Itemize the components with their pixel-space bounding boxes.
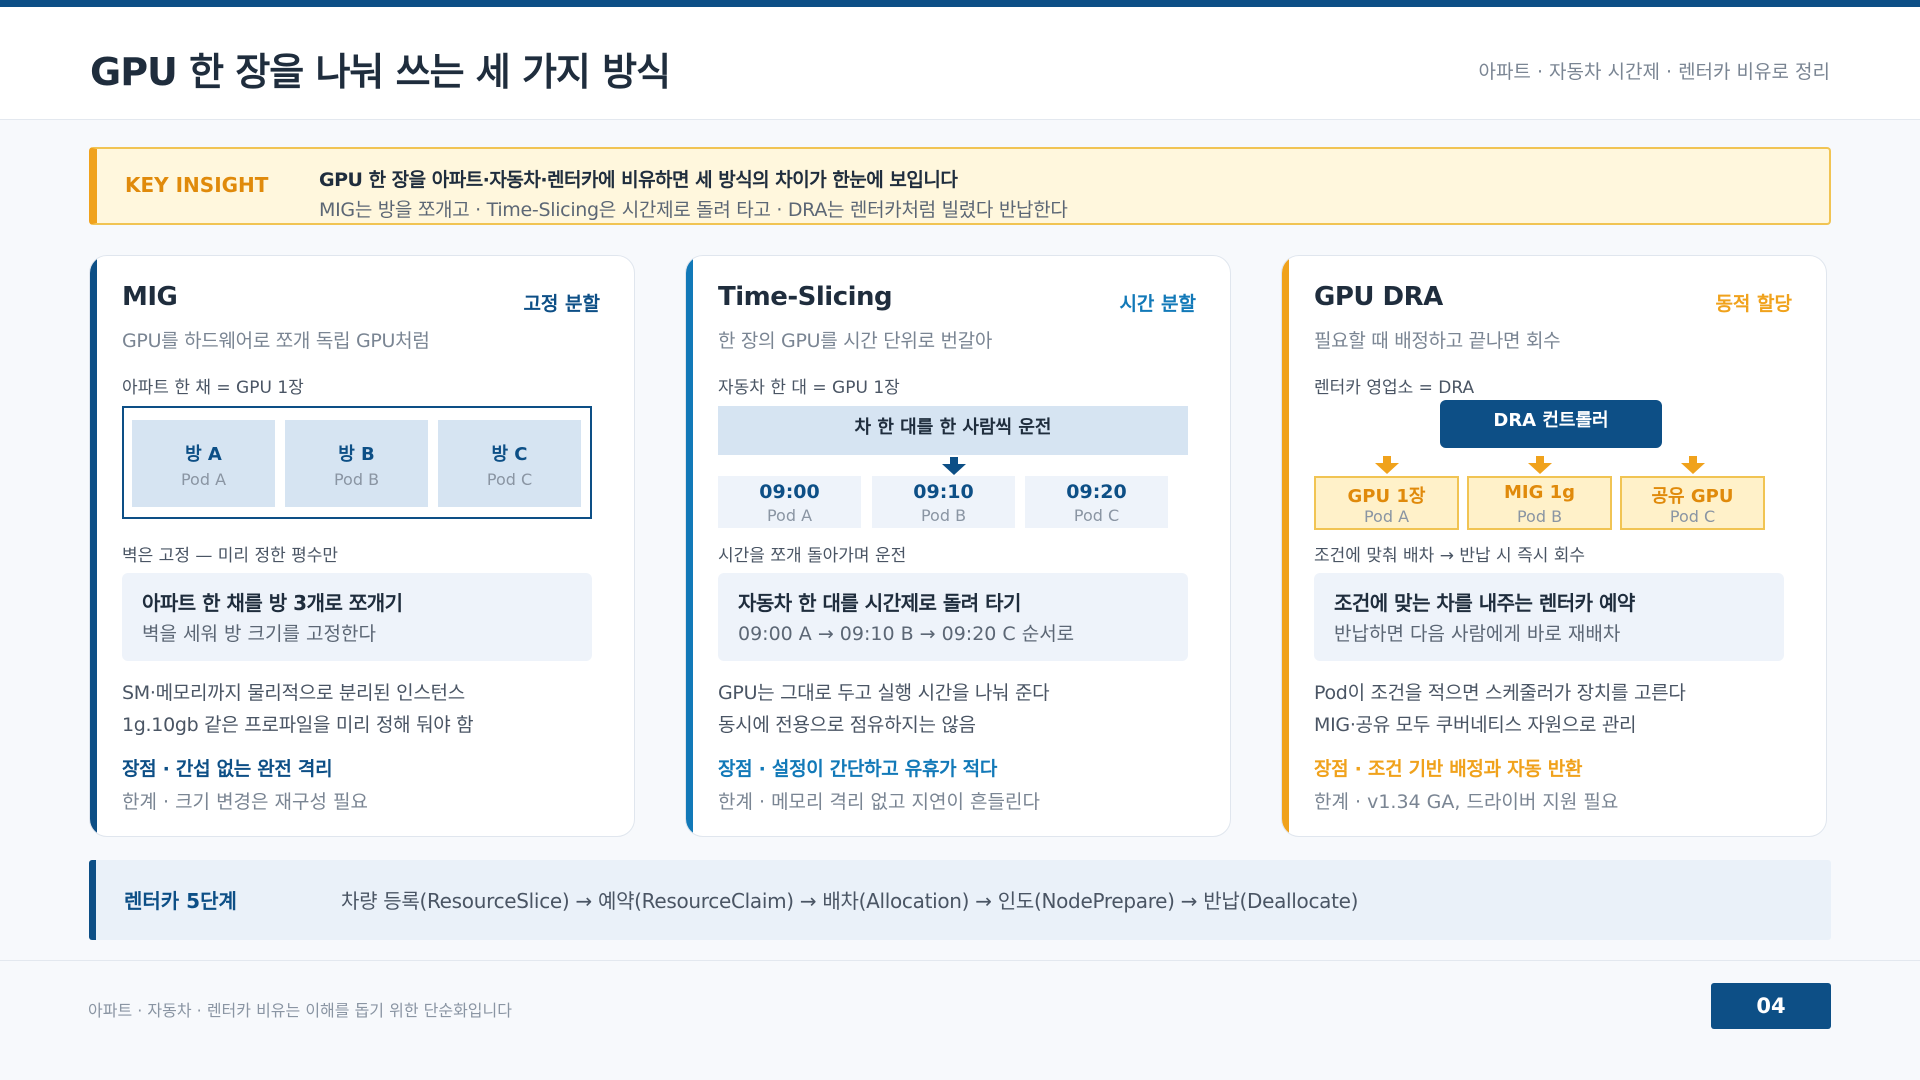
diagram-caption: 조건에 맞춰 배차 → 반납 시 즉시 회수 — [1314, 546, 1586, 566]
time-slot-3: 09:20 Pod C — [1025, 476, 1168, 528]
diagram-caption: 시간을 쪼개 돌아가며 운전 — [718, 546, 907, 566]
time-slicing-diagram: 차 한 대를 한 사람씩 운전 09:00 Pod A 09:10 Pod B … — [718, 406, 1188, 528]
resource-pod: Pod A — [1363, 507, 1410, 526]
arrow-down-icon — [1375, 456, 1399, 474]
timeslice-banner: 차 한 대를 한 사람씩 운전 — [718, 406, 1188, 455]
mig-card: MIG 고정 분할 GPU를 하드웨어로 쪼개 독립 GPU처럼 아파트 한 채… — [89, 255, 635, 837]
resource-name: GPU 1장 — [1347, 486, 1426, 507]
time-slot-1: 09:00 Pod A — [718, 476, 861, 528]
card-description: GPU를 하드웨어로 쪼개 독립 GPU처럼 — [122, 330, 430, 352]
steps-flow: 차량 등록(ResourceSlice) → 예약(ResourceClaim)… — [341, 889, 1359, 913]
card-accent-bar — [90, 256, 97, 836]
top-accent-bar — [0, 0, 1920, 7]
time-slicing-card: Time-Slicing 시간 분할 한 장의 GPU를 시간 단위로 번갈아 … — [685, 255, 1231, 837]
time-slot-2: 09:10 Pod B — [872, 476, 1015, 528]
analogy-callout: 아파트 한 채를 방 3개로 쪼개기 벽을 세워 방 크기를 고정한다 — [122, 573, 592, 661]
pros-line: 장점 · 간섭 없는 완전 격리 — [122, 758, 333, 780]
card-description: 필요할 때 배정하고 끝나면 회수 — [1314, 330, 1561, 352]
card-analogy: 렌터카 영업소 = DRA — [1314, 378, 1475, 398]
resource-pod: Pod C — [1669, 507, 1716, 526]
room-name: 방 C — [491, 444, 528, 465]
detail-line-1: SM·메모리까지 물리적으로 분리된 인스턴스 — [122, 682, 465, 704]
callout-title: 자동차 한 대를 시간제로 돌려 타기 — [738, 591, 1021, 615]
room-c: 방 C Pod C — [438, 420, 581, 507]
callout-title: 아파트 한 채를 방 3개로 쪼개기 — [142, 591, 403, 615]
resource-name: 공유 GPU — [1651, 486, 1734, 507]
pros-line: 장점 · 설정이 간단하고 유휴가 적다 — [718, 758, 998, 780]
slot-time: 09:20 — [1066, 481, 1127, 503]
page-header: GPU 한 장을 나눠 쓰는 세 가지 방식 아파트 · 자동차 시간제 · 렌… — [0, 7, 1920, 120]
card-description: 한 장의 GPU를 시간 단위로 번갈아 — [718, 330, 993, 352]
pros-line: 장점 · 조건 기반 배정과 자동 반환 — [1314, 758, 1583, 780]
detail-line-1: Pod이 조건을 적으면 스케줄러가 장치를 고른다 — [1314, 682, 1686, 704]
arrow-down-icon — [1681, 456, 1705, 474]
card-tag: 동적 할당 — [1715, 293, 1792, 315]
insight-headline: GPU 한 장을 아파트·자동차·렌터카에 비유하면 세 방식의 차이가 한눈에… — [319, 169, 958, 191]
steps-label: 렌터카 5단계 — [124, 889, 237, 913]
card-accent-bar — [1282, 256, 1289, 836]
resource-name: MIG 1g — [1503, 482, 1576, 503]
resource-pod: Pod B — [1516, 507, 1563, 526]
detail-line-1: GPU는 그대로 두고 실행 시간을 나눠 준다 — [718, 682, 1050, 704]
slot-time: 09:10 — [913, 481, 974, 503]
apartment-frame: 방 A Pod A 방 B Pod B 방 C Pod C — [122, 406, 592, 519]
callout-body: 반납하면 다음 사람에게 바로 재배차 — [1334, 623, 1621, 645]
dra-diagram: DRA 컨트롤러 GPU 1장 Pod A MIG 1g Pod B 공유 GP… — [1314, 400, 1784, 530]
page-footer: 아파트 · 자동차 · 렌터카 비유는 이해를 돕기 위한 단순화입니다 04 — [0, 960, 1920, 1080]
room-b: 방 B Pod B — [285, 420, 428, 507]
cons-line: 한계 · v1.34 GA, 드라이버 지원 필요 — [1314, 791, 1619, 813]
room-name: 방 B — [338, 444, 375, 465]
card-title: Time-Slicing — [718, 282, 893, 312]
detail-line-2: MIG·공유 모두 쿠버네티스 자원으로 관리 — [1314, 714, 1637, 736]
arrow-down-icon — [1528, 456, 1552, 474]
callout-body: 벽을 세워 방 크기를 고정한다 — [142, 623, 376, 645]
insight-body: MIG는 방을 쪼개고 · Time-Slicing은 시간제로 돌려 타고 ·… — [319, 199, 1068, 221]
slot-time: 09:00 — [759, 481, 820, 503]
arrow-down-icon — [942, 457, 966, 475]
slot-pod: Pod C — [1073, 506, 1120, 525]
card-title: GPU DRA — [1314, 282, 1443, 312]
card-title: MIG — [122, 282, 178, 312]
callout-title: 조건에 맞는 차를 내주는 렌터카 예약 — [1334, 591, 1635, 615]
slot-pod: Pod B — [920, 506, 967, 525]
room-a: 방 A Pod A — [132, 420, 275, 507]
gpu-dra-card: GPU DRA 동적 할당 필요할 때 배정하고 끝나면 회수 렌터카 영업소 … — [1281, 255, 1827, 837]
analogy-callout: 조건에 맞는 차를 내주는 렌터카 예약 반납하면 다음 사람에게 바로 재배차 — [1314, 573, 1784, 661]
resource-box-3: 공유 GPU Pod C — [1620, 476, 1765, 530]
card-analogy: 자동차 한 대 = GPU 1장 — [718, 378, 900, 398]
cons-line: 한계 · 크기 변경은 재구성 필요 — [122, 791, 368, 813]
analogy-callout: 자동차 한 대를 시간제로 돌려 타기 09:00 A → 09:10 B → … — [718, 573, 1188, 661]
rental-steps-bar: 렌터카 5단계 차량 등록(ResourceSlice) → 예약(Resour… — [89, 860, 1831, 940]
room-pod: Pod B — [333, 470, 380, 489]
cons-line: 한계 · 메모리 격리 없고 지연이 흔들린다 — [718, 791, 1040, 813]
card-tag: 시간 분할 — [1119, 293, 1196, 315]
diagram-caption: 벽은 고정 — 미리 정한 평수만 — [122, 546, 339, 566]
resource-box-1: GPU 1장 Pod A — [1314, 476, 1459, 530]
detail-line-2: 동시에 전용으로 점유하지는 않음 — [718, 714, 976, 736]
slot-pod: Pod A — [766, 506, 813, 525]
card-analogy: 아파트 한 채 = GPU 1장 — [122, 378, 304, 398]
callout-body: 09:00 A → 09:10 B → 09:20 C 순서로 — [738, 623, 1075, 645]
card-tag: 고정 분할 — [523, 293, 600, 315]
page-title: GPU 한 장을 나눠 쓰는 세 가지 방식 — [90, 50, 671, 94]
key-insight-box: KEY INSIGHT GPU 한 장을 아파트·자동차·렌터카에 비유하면 세… — [89, 147, 1831, 225]
footer-note: 아파트 · 자동차 · 렌터카 비유는 이해를 돕기 위한 단순화입니다 — [88, 1001, 512, 1020]
dra-controller-box: DRA 컨트롤러 — [1440, 400, 1662, 448]
card-accent-bar — [686, 256, 693, 836]
room-pod: Pod C — [486, 470, 533, 489]
page-number-badge: 04 — [1711, 983, 1831, 1029]
room-name: 방 A — [185, 444, 222, 465]
mig-diagram: 방 A Pod A 방 B Pod B 방 C Pod C — [122, 406, 592, 524]
resource-box-2: MIG 1g Pod B — [1467, 476, 1612, 530]
insight-tag: KEY INSIGHT — [125, 173, 269, 197]
room-pod: Pod A — [180, 470, 227, 489]
detail-line-2: 1g.10gb 같은 프로파일을 미리 정해 둬야 함 — [122, 714, 474, 736]
page-subtitle: 아파트 · 자동차 시간제 · 렌터카 비유로 정리 — [1478, 61, 1830, 83]
